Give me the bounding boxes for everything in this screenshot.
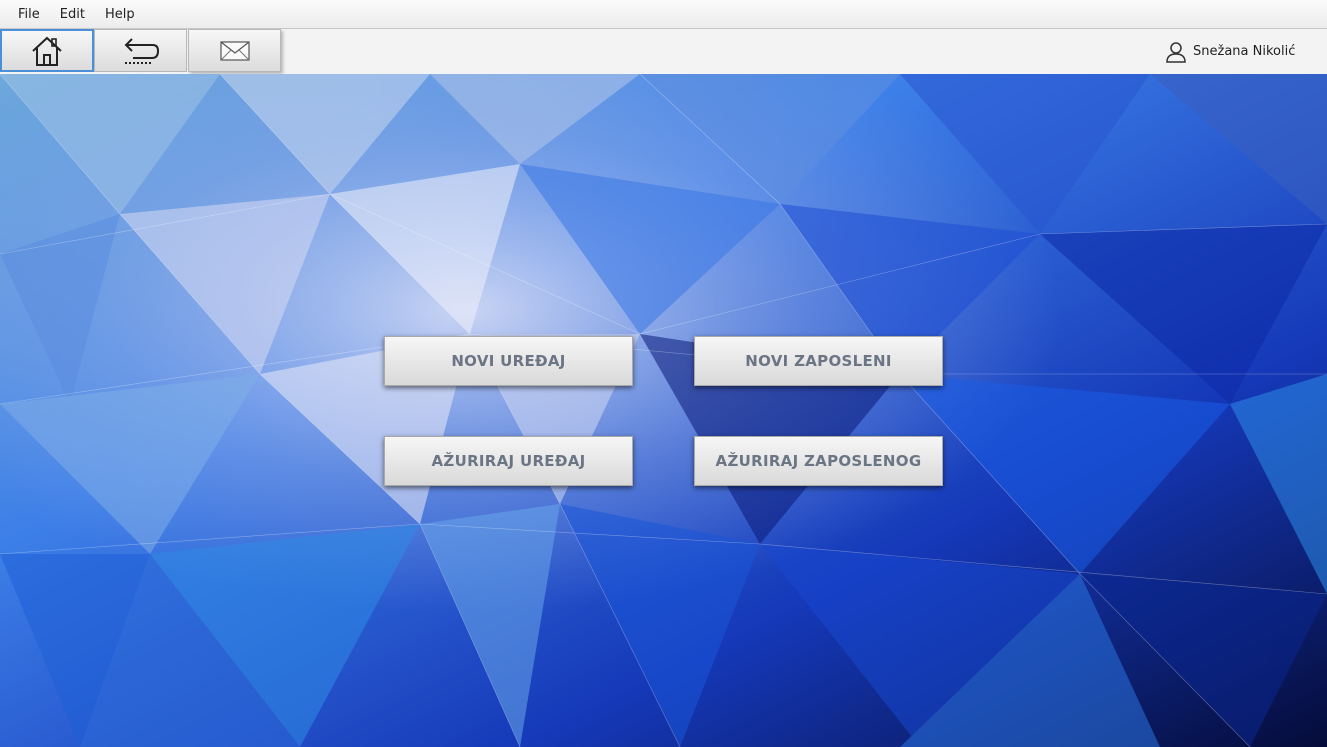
home-icon [32,36,62,66]
user-icon [1166,41,1186,63]
menu-bar: File Edit Help [0,0,1327,29]
menu-edit[interactable]: Edit [50,0,95,29]
new-employee-button[interactable]: NOVI ZAPOSLENI [694,336,943,386]
menu-help[interactable]: Help [95,0,145,29]
mail-button[interactable] [188,29,281,72]
menu-file[interactable]: File [8,0,50,29]
back-button[interactable] [94,29,187,72]
user-name: Snežana Nikolić [1193,44,1296,59]
toolbar: Snežana Nikolić [0,29,1327,74]
new-device-button[interactable]: NOVI UREĐAJ [384,336,633,386]
mail-icon [219,40,250,61]
back-arrow-icon [124,37,159,64]
update-device-button[interactable]: AŽURIRAJ UREĐAJ [384,436,633,486]
main-area: NOVI UREĐAJ NOVI ZAPOSLENI AŽURIRAJ UREĐ… [0,74,1327,747]
update-employee-button[interactable]: AŽURIRAJ ZAPOSLENOG [694,436,943,486]
home-button[interactable] [0,29,94,72]
polygon-background [0,74,1327,747]
user-panel[interactable]: Snežana Nikolić [1147,29,1327,74]
